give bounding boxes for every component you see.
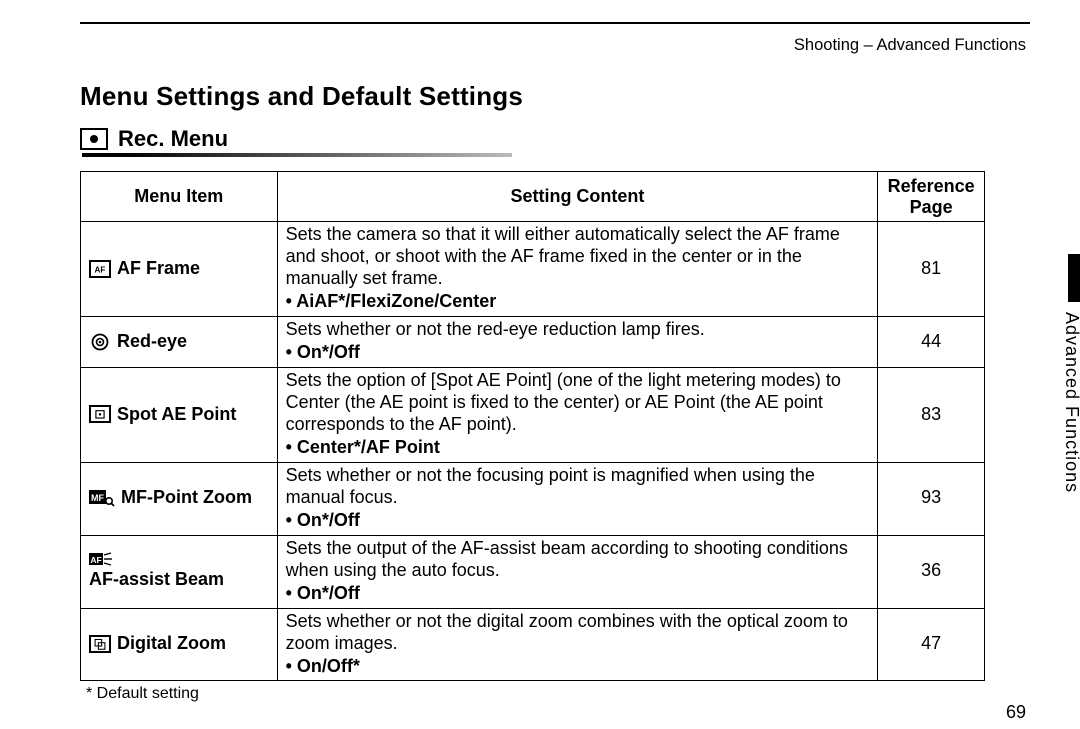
setting-options: Center*/AF Point [286, 437, 870, 459]
mf-zoom-icon: MF [89, 489, 115, 507]
setting-options: AiAF*/FlexiZone/Center [286, 291, 870, 313]
setting-options: On*/Off [286, 342, 870, 364]
page-number: 69 [1006, 702, 1026, 723]
section-heading: Rec. Menu [80, 126, 1030, 152]
reference-page: 47 [878, 608, 985, 681]
table-row: AF AF Frame Sets the camera so that it w… [81, 222, 985, 317]
red-eye-icon [89, 333, 111, 351]
footnote: * Default setting [86, 685, 1030, 703]
page-title: Menu Settings and Default Settings [80, 81, 1030, 112]
col-header-setting: Setting Content [277, 172, 878, 222]
menu-item-name: Digital Zoom [117, 633, 226, 655]
af-assist-icon: AF [89, 552, 113, 566]
setting-options: On*/Off [286, 583, 870, 605]
breadcrumb: Shooting – Advanced Functions [80, 36, 1030, 55]
setting-description: Sets the camera so that it will either a… [286, 224, 870, 290]
setting-description: Sets whether or not the red-eye reductio… [286, 319, 870, 341]
setting-description: Sets whether or not the focusing point i… [286, 465, 870, 509]
setting-description: Sets whether or not the digital zoom com… [286, 611, 870, 655]
reference-page: 81 [878, 222, 985, 317]
setting-options: On*/Off [286, 510, 870, 532]
reference-page: 93 [878, 462, 985, 535]
section-underline [82, 153, 512, 157]
reference-page: 36 [878, 535, 985, 608]
digital-zoom-icon [89, 635, 111, 653]
menu-item-name: Spot AE Point [117, 404, 236, 426]
thumb-tab-advanced-functions: Advanced Functions [1058, 254, 1080, 494]
table-row: Digital Zoom Sets whether or not the dig… [81, 608, 985, 681]
menu-item-name: AF Frame [117, 258, 200, 280]
side-tab-label: Advanced Functions [1061, 312, 1080, 493]
af-frame-icon: AF [89, 260, 111, 278]
menu-item-name: MF-Point Zoom [121, 487, 252, 509]
table-row: Red-eye Sets whether or not the red-eye … [81, 317, 985, 368]
col-header-item: Menu Item [81, 172, 278, 222]
menu-item-name: AF-assist Beam [89, 569, 224, 591]
svg-text:AF: AF [90, 555, 101, 565]
col-header-reference: Reference Page [878, 172, 985, 222]
setting-description: Sets the option of [Spot AE Point] (one … [286, 370, 870, 436]
setting-options: On/Off* [286, 656, 870, 678]
section-label: Rec. Menu [118, 126, 228, 152]
table-row: MF MF-Point Zoom Sets whether or not the… [81, 462, 985, 535]
settings-table: Menu Item Setting Content Reference Page… [80, 171, 985, 681]
camera-icon [80, 128, 108, 150]
svg-text:MF: MF [91, 493, 104, 503]
svg-text:AF: AF [95, 265, 106, 274]
reference-page: 83 [878, 368, 985, 463]
table-row: AF AF-assist Beam Sets the output of the… [81, 535, 985, 608]
reference-page: 44 [878, 317, 985, 368]
spot-ae-icon [89, 405, 111, 423]
table-row: Spot AE Point Sets the option of [Spot A… [81, 368, 985, 463]
menu-item-name: Red-eye [117, 331, 187, 353]
setting-description: Sets the output of the AF-assist beam ac… [286, 538, 870, 582]
